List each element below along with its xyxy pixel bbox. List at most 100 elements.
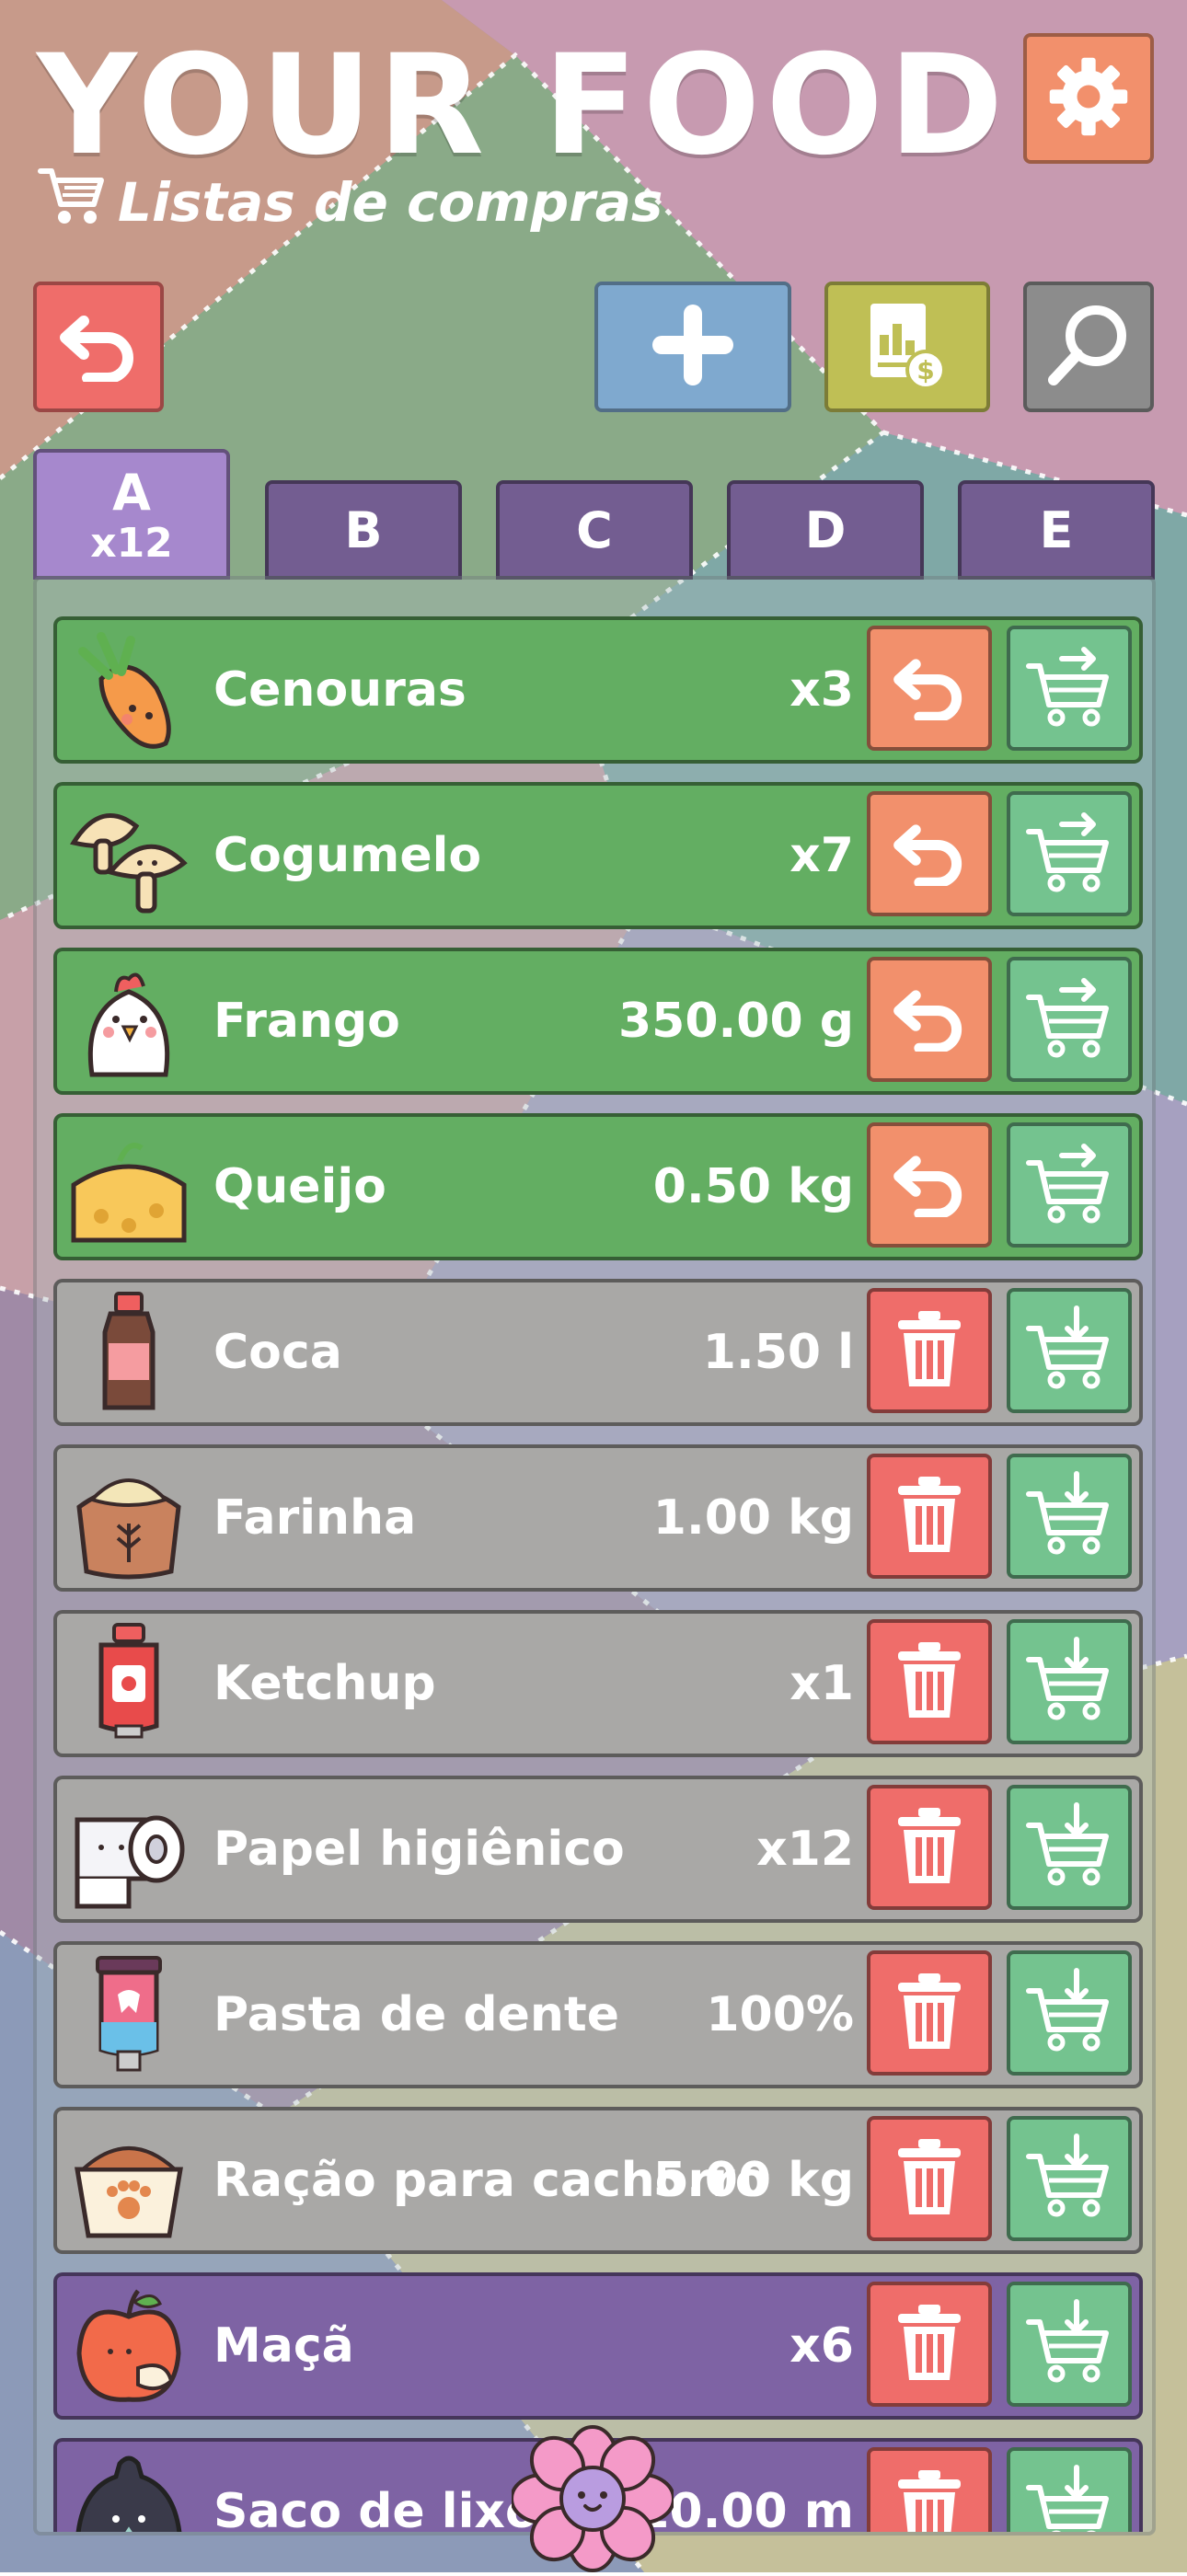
cart-arrow-down-icon (1023, 2462, 1115, 2532)
undo-button[interactable] (867, 626, 992, 751)
gear-icon (1044, 52, 1133, 144)
delete-button[interactable] (867, 1785, 992, 1910)
undo-button[interactable] (867, 957, 992, 1082)
delete-button[interactable] (867, 2447, 992, 2532)
tab-e[interactable]: E (958, 480, 1155, 580)
undo-icon (890, 652, 969, 724)
item-name: Pasta de dente (213, 1987, 620, 2042)
list-item[interactable]: Frango 350.00 g (53, 948, 1143, 1095)
toilet-paper-icon (64, 1783, 193, 1915)
add-to-cart-button[interactable] (1007, 1785, 1132, 1910)
item-quantity[interactable]: 1.50 l (703, 1282, 854, 1422)
item-name: Saco de lixo (213, 2484, 538, 2536)
add-to-cart-button[interactable] (1007, 1288, 1132, 1413)
add-to-cart-button[interactable] (1007, 1454, 1132, 1579)
magnifier-icon (1043, 299, 1135, 395)
price-report-icon: $ (863, 294, 951, 399)
item-name: Farinha (213, 1490, 417, 1546)
app-title: YOUR FOOD (37, 26, 1009, 186)
list-item[interactable]: Coca 1.50 l (53, 1279, 1143, 1426)
delete-button[interactable] (867, 1619, 992, 1744)
trash-icon (893, 2135, 966, 2222)
list-item[interactable]: Papel higiênico x12 (53, 1776, 1143, 1923)
add-to-cart-button[interactable] (1007, 1619, 1132, 1744)
list-tabs: A x12 B C D E (33, 445, 1156, 580)
item-name: Papel higiênico (213, 1822, 625, 1877)
list-item[interactable]: Cenouras x3 (53, 616, 1143, 764)
item-quantity[interactable]: x3 (789, 620, 854, 760)
item-quantity[interactable]: x12 (756, 1779, 854, 1919)
undo-arrow-icon (56, 308, 141, 385)
dog-food-icon (64, 2114, 193, 2247)
add-to-cart-button[interactable] (1007, 1950, 1132, 2076)
plus-icon (647, 299, 739, 395)
item-quantity[interactable]: x7 (789, 786, 854, 926)
add-to-cart-button[interactable] (1007, 2116, 1132, 2241)
tab-c[interactable]: C (496, 480, 693, 580)
item-quantity[interactable]: x1 (789, 1614, 854, 1754)
list-item[interactable]: Ração para cachorro 5.00 kg (53, 2107, 1143, 2254)
trash-bag-icon (64, 2445, 193, 2532)
trash-icon (893, 1804, 966, 1891)
list-item[interactable]: Cogumelo x7 (53, 782, 1143, 929)
delete-button[interactable] (867, 1950, 992, 2076)
tab-label: B (344, 500, 383, 559)
add-item-button[interactable] (594, 282, 791, 412)
move-out-of-cart-button[interactable] (1007, 957, 1132, 1082)
soda-bottle-icon (64, 1286, 193, 1419)
trash-icon (893, 1307, 966, 1394)
item-quantity[interactable]: 350.00 g (618, 951, 854, 1091)
item-name: Frango (213, 994, 400, 1049)
item-quantity[interactable]: 0.50 kg (653, 1117, 854, 1257)
app-subtitle: Listas de compras (37, 164, 663, 241)
cart-arrow-down-icon (1023, 1468, 1115, 1564)
shopping-list[interactable]: Cenouras x3 Cogumelo x7 Frango 350.00 g … (33, 576, 1156, 2536)
delete-button[interactable] (867, 2116, 992, 2241)
back-button[interactable] (33, 282, 164, 412)
item-quantity[interactable]: 100% (706, 1945, 854, 2085)
item-quantity[interactable]: 5.00 kg (653, 2110, 854, 2250)
cart-arrow-down-icon (1023, 1965, 1115, 2061)
item-quantity[interactable]: 1.00 kg (653, 1448, 854, 1588)
search-button[interactable] (1023, 282, 1154, 412)
tab-d[interactable]: D (727, 480, 924, 580)
shopping-cart-icon (37, 164, 107, 241)
settings-button[interactable] (1023, 33, 1154, 164)
cart-arrow-down-icon (1023, 1634, 1115, 1730)
flour-sack-icon (64, 1452, 193, 1584)
list-item[interactable]: Farinha 1.00 kg (53, 1444, 1143, 1592)
move-out-of-cart-button[interactable] (1007, 1122, 1132, 1248)
undo-icon (890, 983, 969, 1055)
tab-label: C (576, 500, 613, 559)
delete-button[interactable] (867, 1454, 992, 1579)
item-name: Queijo (213, 1159, 386, 1214)
undo-icon (890, 1149, 969, 1221)
item-name: Cenouras (213, 662, 467, 718)
tab-a[interactable]: A x12 (33, 449, 230, 580)
cart-arrow-down-icon (1023, 2131, 1115, 2226)
tab-b[interactable]: B (265, 480, 462, 580)
list-item[interactable]: Maçã x6 (53, 2272, 1143, 2420)
delete-button[interactable] (867, 2282, 992, 2407)
move-out-of-cart-button[interactable] (1007, 791, 1132, 916)
flower-mascot-icon (510, 2425, 675, 2572)
tab-count: x12 (90, 519, 173, 567)
list-item[interactable]: Queijo 0.50 kg (53, 1113, 1143, 1260)
cart-arrow-down-icon (1023, 2296, 1115, 2392)
subtitle-text: Listas de compras (118, 171, 663, 234)
add-to-cart-button[interactable] (1007, 2282, 1132, 2407)
tab-label: D (804, 500, 847, 559)
undo-button[interactable] (867, 1122, 992, 1248)
item-quantity[interactable]: x6 (789, 2276, 854, 2416)
list-item[interactable]: Pasta de dente 100% (53, 1941, 1143, 2088)
delete-button[interactable] (867, 1288, 992, 1413)
add-to-cart-button[interactable] (1007, 2447, 1132, 2532)
tab-label: E (1039, 500, 1074, 559)
price-report-button[interactable]: $ (824, 282, 990, 412)
undo-button[interactable] (867, 791, 992, 916)
trash-icon (893, 1639, 966, 1725)
move-out-of-cart-button[interactable] (1007, 626, 1132, 751)
list-item[interactable]: Ketchup x1 (53, 1610, 1143, 1757)
cart-arrow-down-icon (1023, 1303, 1115, 1398)
trash-icon (893, 1970, 966, 2056)
